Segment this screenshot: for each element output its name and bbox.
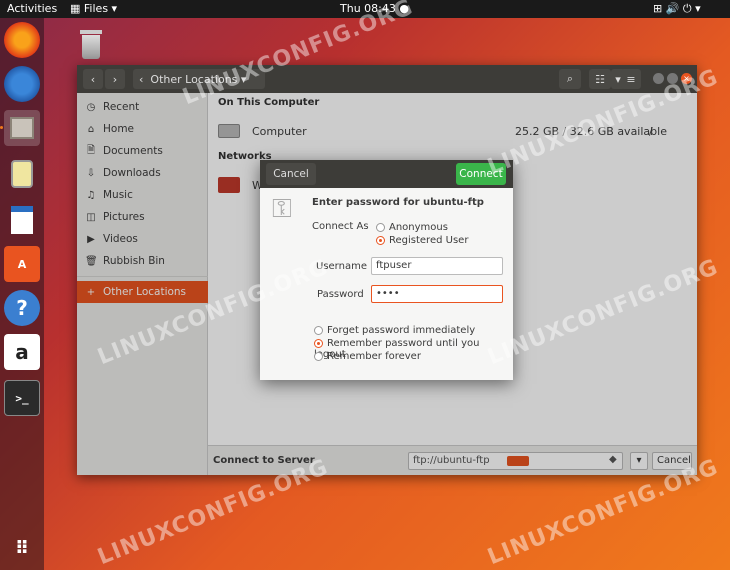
menu-button[interactable]: ≡	[621, 69, 641, 89]
password-field[interactable]: ••••	[371, 285, 503, 303]
files-menu-icon: ▦	[70, 2, 81, 15]
chevron-left-icon: ‹	[90, 72, 96, 86]
username-label: Username	[316, 261, 367, 272]
software-center-icon[interactable]: A	[4, 246, 40, 282]
thunderbird-icon[interactable]	[4, 66, 40, 102]
password-dialog: Cancel Connect ⚿ Enter password for ubun…	[260, 160, 513, 380]
chevron-down-icon: ▾	[615, 72, 621, 86]
path-left-icon: ‹	[139, 72, 144, 86]
connect-as-label: Connect As	[312, 221, 369, 232]
activities-button[interactable]: Activities	[7, 2, 57, 15]
terminal-icon[interactable]: >_	[4, 380, 40, 416]
back-button[interactable]: ‹	[83, 69, 103, 89]
registered-label: Registered User	[389, 235, 469, 246]
dialog-title: Enter password for ubuntu-ftp	[312, 197, 484, 208]
trash-desktop-icon[interactable]	[78, 30, 104, 62]
help-icon[interactable]: ?	[4, 290, 40, 326]
radio-off	[314, 351, 323, 361]
minimize-button[interactable]	[653, 73, 664, 84]
radio-off	[314, 325, 323, 335]
password-label: Password	[317, 289, 364, 300]
clock[interactable]: Thu 08:43 ●	[340, 2, 409, 15]
forget-label: Forget password immediately	[327, 325, 476, 336]
writer-icon[interactable]	[4, 202, 40, 238]
files-icon[interactable]	[4, 110, 40, 146]
remember-forever-label: Remember forever	[327, 351, 421, 362]
username-field[interactable]: ftpuser	[371, 257, 503, 275]
radio-on	[376, 235, 385, 245]
radio-off	[376, 222, 385, 232]
firefox-icon[interactable]	[4, 22, 40, 58]
dialog-header: Cancel Connect	[260, 160, 513, 188]
dock: A ? a >_ ⠿	[0, 18, 44, 570]
connect-button[interactable]: Connect	[456, 163, 506, 185]
search-button[interactable]: ⌕	[559, 69, 581, 89]
show-apps-icon[interactable]: ⠿	[4, 530, 40, 566]
files-menu-label: Files ▾	[83, 2, 118, 15]
status-menu[interactable]: ⊞ 🔊 ⏻ ▾	[653, 2, 701, 16]
close-icon: ×	[683, 74, 690, 83]
files-app-menu[interactable]: ▦ Files ▾	[70, 2, 117, 15]
header-bar: ‹ › ‹ Other Locations ▾ ⌕ ☷ ▾ ≡ ×	[77, 65, 697, 93]
search-icon: ⌕	[566, 72, 574, 85]
dialog-cancel-button[interactable]: Cancel	[266, 163, 316, 185]
path-bar[interactable]: ‹ Other Locations ▾	[133, 69, 265, 89]
amazon-icon[interactable]: a	[4, 334, 40, 370]
forget-password-radio[interactable]: Forget password immediately	[314, 325, 475, 336]
anonymous-label: Anonymous	[389, 222, 448, 233]
dialog-cancel-label: Cancel	[273, 168, 309, 180]
password-value: ••••	[376, 288, 400, 299]
keys-icon: ⚿	[272, 194, 292, 224]
rhythmbox-icon[interactable]	[4, 156, 40, 192]
close-button[interactable]: ×	[681, 73, 692, 84]
view-toggle-button[interactable]: ☷	[589, 69, 611, 89]
username-value: ftpuser	[376, 260, 412, 271]
connect-label: Connect	[459, 168, 503, 180]
chevron-right-icon: ›	[112, 72, 118, 86]
running-indicator	[0, 126, 3, 129]
registered-user-radio[interactable]: Registered User	[376, 235, 468, 246]
list-view-icon: ☷	[595, 72, 605, 86]
maximize-button[interactable]	[667, 73, 678, 84]
radio-on	[314, 338, 323, 348]
forward-button[interactable]: ›	[105, 69, 125, 89]
path-label: Other Locations	[150, 72, 238, 86]
hamburger-icon: ≡	[626, 72, 636, 86]
remember-forever-radio[interactable]: Remember forever	[314, 351, 421, 362]
anonymous-radio[interactable]: Anonymous	[376, 222, 448, 233]
top-panel: Activities ▦ Files ▾ Thu 08:43 ● ⊞ 🔊 ⏻ ▾	[0, 0, 730, 18]
